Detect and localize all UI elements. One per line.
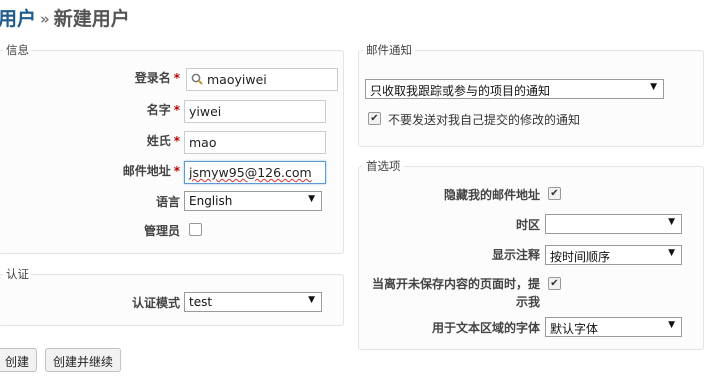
warn-unsaved-label-line1: 当离开未保存内容的页面时，提 [371, 277, 540, 291]
textarea-font-label: 用于文本区域的字体 [431, 321, 540, 335]
prefs-legend: 首选项 [366, 159, 401, 173]
hide-mail-checkbox[interactable]: ✔ [548, 187, 561, 200]
chevron-down-icon: ▼ [308, 194, 315, 204]
timezone-select[interactable]: ▼ [545, 214, 682, 234]
textarea-font-select[interactable]: 默认字体 ▼ [545, 317, 682, 337]
page-title: 用户» 新建用户 [0, 4, 130, 31]
timezone-label: 时区 [515, 218, 540, 232]
login-label: 登录名 * [134, 71, 180, 85]
language-label: 语言 [155, 195, 180, 209]
lastname-label: 姓氏 * [146, 134, 180, 148]
email-label: 邮件地址 * [122, 164, 180, 178]
firstname-label: 名字 * [146, 103, 180, 117]
chevron-down-icon: ▼ [668, 248, 675, 258]
create-and-continue-button[interactable]: 创建并继续 [45, 348, 122, 372]
search-icon [191, 73, 203, 85]
language-select[interactable]: English ▼ [184, 191, 322, 211]
mail-notification-select[interactable]: 只收取我跟踪或参与的项目的通知 ▼ [365, 79, 664, 99]
email-input[interactable]: jsmyw95@126.com [184, 161, 326, 184]
info-legend: 信息 [6, 43, 29, 57]
comments-order-label: 显示注释 [491, 248, 540, 262]
breadcrumb-users[interactable]: 用户 [0, 8, 36, 30]
auth-mode-label: 认证模式 [131, 296, 180, 310]
comments-order-select[interactable]: 按时间顺序 ▼ [545, 245, 682, 265]
no-self-notified-checkbox[interactable]: ✔ [368, 112, 381, 125]
lastname-input[interactable]: mao [184, 131, 326, 154]
chevron-down-icon: ▼ [308, 295, 315, 305]
page-heading: 新建用户 [53, 8, 130, 30]
no-self-notified-label: 不要发送对我自己提交的修改的通知 [388, 113, 581, 127]
create-button[interactable]: 创建 [0, 348, 38, 372]
breadcrumb-separator: » [40, 10, 50, 28]
hide-mail-label: 隐藏我的邮件地址 [443, 188, 540, 202]
auth-legend: 认证 [6, 267, 29, 281]
warn-unsaved-label-line2: 示我 [515, 295, 540, 309]
mail-legend: 邮件通知 [366, 43, 412, 57]
firstname-input[interactable]: yiwei [184, 100, 326, 123]
chevron-down-icon: ▼ [668, 320, 675, 330]
chevron-down-icon: ▼ [668, 217, 675, 227]
admin-label: 管理员 [143, 224, 180, 238]
login-input[interactable]: maoyiwei [186, 68, 338, 91]
auth-mode-select[interactable]: test ▼ [184, 292, 322, 312]
admin-checkbox[interactable] [189, 223, 202, 236]
warn-unsaved-checkbox[interactable]: ✔ [548, 277, 561, 290]
chevron-down-icon: ▼ [650, 82, 657, 92]
